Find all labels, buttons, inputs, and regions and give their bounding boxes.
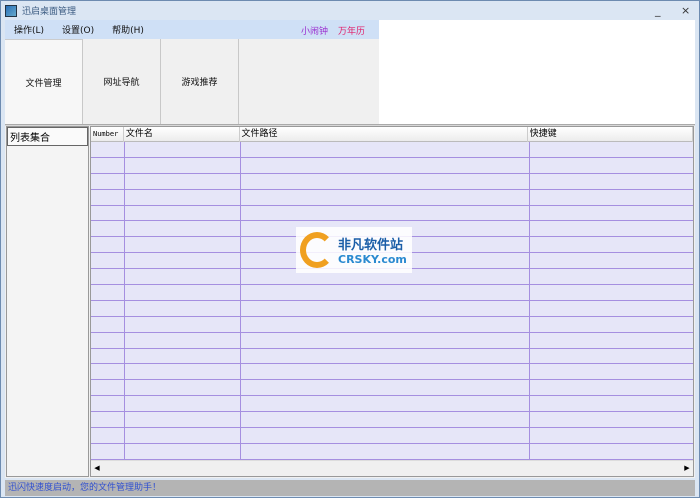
- tool-bar: 文件管理 网址导航 游戏推荐: [5, 39, 379, 124]
- calendar-link[interactable]: 万年历: [338, 24, 365, 37]
- blank-panel: [379, 20, 695, 124]
- table-row[interactable]: [91, 317, 693, 333]
- list-collection-panel[interactable]: 列表集合: [6, 126, 89, 477]
- menu-bar: 操作(L) 设置(O) 帮助(H) 小闹钟 万年历: [5, 20, 379, 39]
- crsky-logo-icon: [300, 232, 334, 268]
- table-row[interactable]: [91, 142, 693, 158]
- table-row[interactable]: [91, 174, 693, 190]
- tool-url-nav[interactable]: 网址导航: [83, 39, 161, 124]
- table-row[interactable]: [91, 301, 693, 317]
- table-row[interactable]: [91, 206, 693, 222]
- title-bar: 迅启桌面管理 _ ×: [1, 1, 699, 20]
- table-row[interactable]: [91, 396, 693, 413]
- table-row[interactable]: [91, 333, 693, 349]
- client-area: 操作(L) 设置(O) 帮助(H) 小闹钟 万年历 文件管理 网址导航 游戏推荐…: [5, 20, 695, 478]
- table-row[interactable]: [91, 380, 693, 397]
- close-button[interactable]: ×: [681, 4, 690, 17]
- table-row[interactable]: [91, 428, 693, 444]
- table-row[interactable]: [91, 285, 693, 301]
- status-bar: 迅闪快速度启动，您的文件管理助手！: [5, 480, 695, 496]
- grid-header: Number 文件名 文件路径 快捷键: [91, 127, 693, 142]
- grid-line: [240, 142, 241, 460]
- scroll-left-icon[interactable]: ◀: [92, 463, 102, 474]
- list-collection-header: 列表集合: [7, 127, 88, 146]
- table-row[interactable]: [91, 349, 693, 365]
- col-filepath[interactable]: 文件路径: [240, 127, 528, 142]
- col-shortcut[interactable]: 快捷键: [528, 127, 693, 142]
- menu-help[interactable]: 帮助(H): [103, 23, 153, 36]
- watermark-line2: CRSKY.com: [338, 253, 407, 266]
- menu-settings[interactable]: 设置(O): [53, 23, 103, 36]
- tool-game-recommend[interactable]: 游戏推荐: [161, 39, 239, 124]
- grid-line: [529, 142, 530, 460]
- table-row[interactable]: [91, 190, 693, 206]
- table-row[interactable]: [91, 412, 693, 429]
- horizontal-scrollbar[interactable]: ◀ ▶: [91, 460, 693, 476]
- crsky-watermark: 非凡软件站 CRSKY.com: [296, 227, 412, 273]
- scroll-right-icon[interactable]: ▶: [682, 463, 692, 474]
- app-icon: [5, 4, 17, 17]
- grid-line: [124, 142, 125, 460]
- alarm-link[interactable]: 小闹钟: [301, 24, 328, 37]
- col-filename[interactable]: 文件名: [124, 127, 240, 142]
- table-row[interactable]: [91, 364, 693, 381]
- file-grid[interactable]: Number 文件名 文件路径 快捷键 非凡软件站 CRSKY.com ◀ ▶: [90, 126, 694, 477]
- watermark-line1: 非凡软件站: [338, 238, 404, 253]
- table-row[interactable]: [91, 444, 693, 460]
- table-row[interactable]: [91, 158, 693, 174]
- grid-rows: [91, 142, 693, 460]
- minimize-button[interactable]: _: [655, 4, 661, 17]
- main-window: 迅启桌面管理 _ × 操作(L) 设置(O) 帮助(H) 小闹钟 万年历 文件管…: [0, 0, 700, 498]
- window-title: 迅启桌面管理: [22, 7, 77, 17]
- menu-operate[interactable]: 操作(L): [5, 23, 53, 36]
- tool-file-manager[interactable]: 文件管理: [5, 39, 83, 124]
- col-number[interactable]: Number: [91, 127, 124, 142]
